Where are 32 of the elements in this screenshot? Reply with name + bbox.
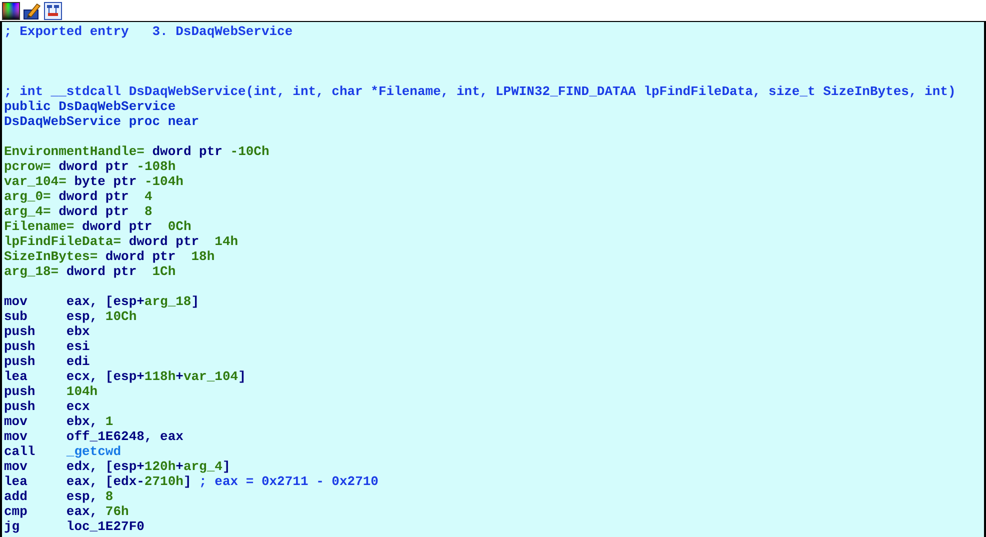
code-line: Filename= dword ptr 0Ch	[4, 219, 192, 234]
instruction-line: call _getcwd	[4, 444, 122, 459]
instruction-line: mov off_1E6248, eax	[4, 429, 184, 444]
color-palette-icon[interactable]	[2, 2, 20, 20]
code-line: arg_18= dword ptr 1Ch	[4, 264, 176, 279]
code-line: public DsDaqWebService	[4, 99, 176, 114]
instruction-line: push ecx	[4, 399, 90, 414]
instruction-line: lea ecx, [esp+118h+var_104]	[4, 369, 246, 384]
code-line: ; int __stdcall DsDaqWebService(int, int, char *Filename, int, LPWIN32_FIND_DATAA lpFindFileData, size_t SizeInBytes, int)	[4, 84, 956, 99]
instruction-line: mov ebx, 1	[4, 414, 114, 429]
code-line: DsDaqWebService proc near	[4, 114, 200, 129]
instruction-line: push 104h	[4, 384, 98, 399]
instruction-line: sub esp, 10Ch	[4, 309, 137, 324]
instruction-line: cmp eax, 76h	[4, 504, 129, 519]
code-line: arg_0= dword ptr 4	[4, 189, 152, 204]
instruction-line: push esi	[4, 339, 90, 354]
code-line: var_104= byte ptr -104h	[4, 174, 184, 189]
instruction-line: mov edx, [esp+120h+arg_4]	[4, 459, 230, 474]
instruction-line: jg loc_1E27F0	[4, 519, 144, 534]
pencil-icon[interactable]	[23, 2, 41, 20]
code-line: lpFindFileData= dword ptr 14h	[4, 234, 238, 249]
graph-view-icon[interactable]	[44, 2, 62, 20]
code-line: SizeInBytes= dword ptr 18h	[4, 249, 215, 264]
instruction-line: add esp, 8	[4, 489, 114, 504]
code-line: arg_4= dword ptr 8	[4, 204, 152, 219]
code-line: ; Exported entry 3. DsDaqWebService	[4, 24, 293, 39]
code-line: pcrow= dword ptr -108h	[4, 159, 176, 174]
instruction-line: push ebx	[4, 324, 90, 339]
instruction-line: push edi	[4, 354, 90, 369]
instruction-line: mov eax, [esp+arg_18]	[4, 294, 200, 309]
instruction-line: lea eax, [edx-2710h] ; eax = 0x2711 - 0x2710	[4, 474, 378, 489]
code-line: EnvironmentHandle= dword ptr -10Ch	[4, 144, 270, 159]
